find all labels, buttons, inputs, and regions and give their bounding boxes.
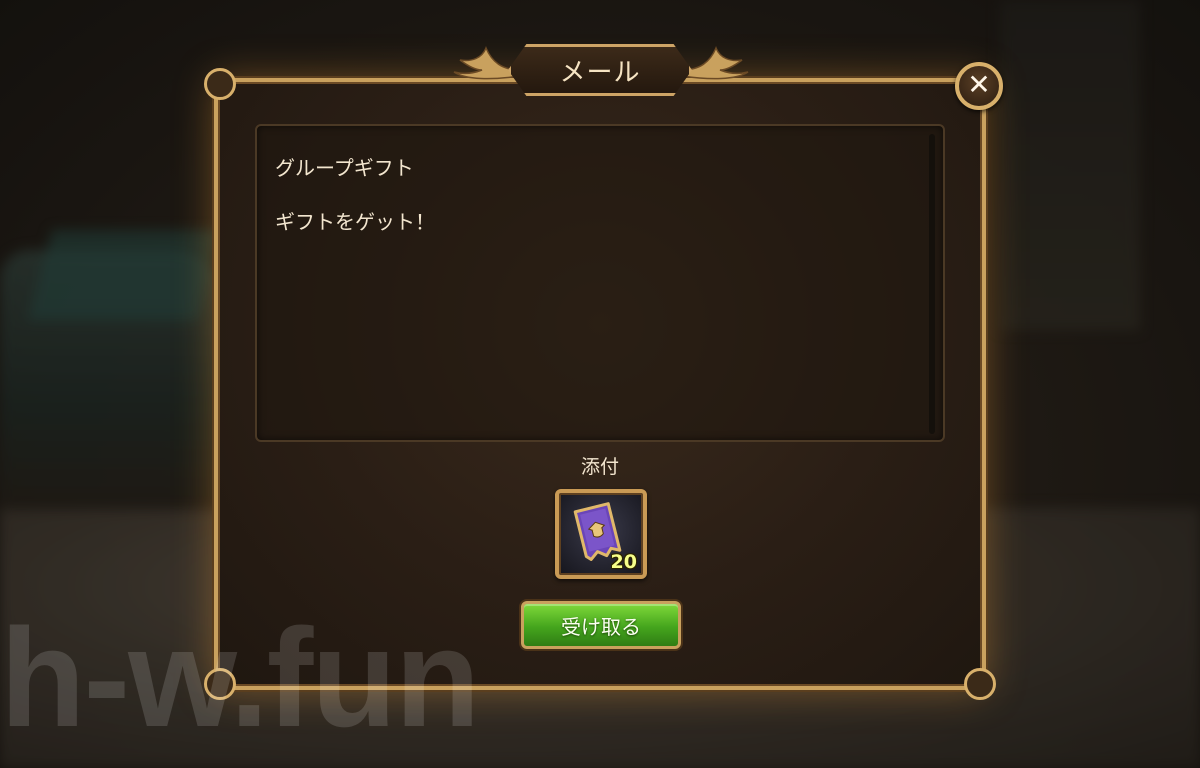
message-scrollbar[interactable] — [929, 134, 935, 434]
frame-corner-ornament — [964, 668, 996, 700]
attachment-label: 添付 — [580, 456, 619, 478]
dialog-title-plate: メール — [508, 44, 692, 96]
frame-corner-ornament — [204, 68, 236, 100]
item-count: 20 — [610, 551, 637, 573]
message-body: ギフトをゲット！ — [275, 210, 435, 234]
close-button[interactable]: ✕ — [955, 62, 1003, 110]
right-wing-ornament-icon — [681, 46, 749, 80]
attachment-item-slot[interactable]: 20 — [555, 489, 647, 579]
message-subject: グループギフト — [275, 156, 414, 180]
close-icon: ✕ — [967, 68, 991, 101]
claim-button[interactable]: 受け取る — [521, 601, 681, 649]
watermark: h-w.fun — [0, 599, 480, 756]
left-wing-ornament-icon — [453, 46, 521, 80]
message-content-area[interactable]: グループギフト ギフトをゲット！ — [255, 124, 945, 442]
claim-button-label: 受け取る — [561, 614, 641, 639]
dialog-title: メール — [559, 57, 641, 88]
